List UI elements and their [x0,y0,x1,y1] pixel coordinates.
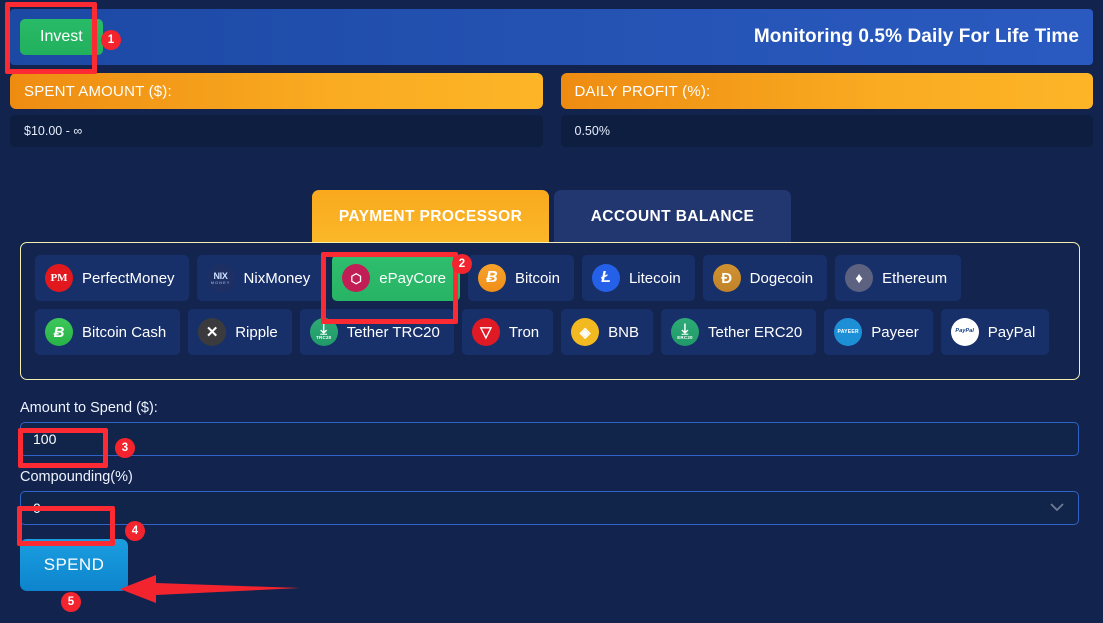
nixmoney-icon-subtext: MONEY [210,279,231,285]
payeer-icon: PAYEER [834,318,863,346]
processor-label: Payeer [871,323,919,341]
processor-tether-trc20[interactable]: ⤓ TRC20 Tether TRC20 [299,309,454,355]
perfectmoney-icon: PM [45,264,73,292]
header-bar: Invest Monitoring 0.5% Daily For Life Ti… [10,9,1093,65]
processor-label: Ethereum [882,269,948,287]
stats-row: SPENT AMOUNT ($): $10.00 - ∞ DAILY PROFI… [10,73,1093,147]
bitcoin-icon: Ƀ [477,264,506,292]
amount-to-spend-input[interactable]: 100 [20,422,1079,456]
compounding-value: 0 [33,500,41,516]
tether-trc20-icon: ⤓ TRC20 [309,318,338,346]
processor-label: Ripple [235,323,278,341]
processor-paypal[interactable]: PayPal PayPal [940,309,1050,355]
processor-label: PerfectMoney [82,269,175,287]
bitcoin-cash-icon: Ƀ [45,318,73,346]
daily-profit-value: 0.50% [560,115,1093,147]
spent-amount-value: $10.00 - ∞ [10,115,543,147]
nixmoney-icon: NIX MONEY [206,264,235,292]
processor-label: Bitcoin [514,269,560,287]
tab-payment-processor[interactable]: PAYMENT PROCESSOR [312,190,549,243]
processor-epaycore[interactable]: ⬡ ePayCore [332,255,460,301]
processor-label: Tether TRC20 [346,323,440,341]
processor-label: ePayCore [379,269,446,287]
processor-perfectmoney[interactable]: PM PerfectMoney [35,255,189,301]
ethereum-icon: ♦ [845,264,874,292]
daily-profit-panel: DAILY PROFIT (%): 0.50% [560,73,1093,147]
processor-bitcoin[interactable]: Ƀ Bitcoin [467,255,574,301]
compounding-label: Compounding(%) [20,469,133,485]
processor-label: Tether ERC20 [708,323,803,341]
processor-row-2: Ƀ Bitcoin Cash ✕ Ripple ⤓ TRC20 Tether T… [35,309,1065,355]
processor-dogecoin[interactable]: Ð Dogecoin [702,255,828,301]
processor-label: BNB [608,323,639,341]
spent-amount-label: SPENT AMOUNT ($): [10,73,543,109]
processor-row-1: PM PerfectMoney NIX MONEY NixMoney ⬡ ePa… [35,255,1065,301]
tab-account-balance[interactable]: ACCOUNT BALANCE [554,190,791,243]
tab-bar: PAYMENT PROCESSOR ACCOUNT BALANCE [0,190,1103,243]
chevron-down-icon [1050,501,1064,515]
ripple-icon: ✕ [198,318,227,346]
spent-amount-panel: SPENT AMOUNT ($): $10.00 - ∞ [10,73,543,147]
processor-label: Bitcoin Cash [82,323,167,341]
processor-tron[interactable]: ▽ Tron [461,309,554,355]
processor-label: Litecoin [628,269,681,287]
processor-label: Tron [508,323,540,341]
processor-label: NixMoney [243,269,311,287]
processor-label: Dogecoin [749,269,814,287]
amount-to-spend-label: Amount to Spend ($): [20,400,158,416]
bnb-icon: ◈ [571,318,600,346]
page-title: Monitoring 0.5% Daily For Life Time [753,26,1079,47]
payment-processor-panel: PM PerfectMoney NIX MONEY NixMoney ⬡ ePa… [20,242,1080,380]
tether-erc20-icon: ⤓ ERC20 [671,318,699,346]
processor-litecoin[interactable]: Ł Litecoin [581,255,695,301]
compounding-select[interactable]: 0 [20,491,1079,525]
processor-bitcoin-cash[interactable]: Ƀ Bitcoin Cash [35,309,181,355]
daily-profit-label: DAILY PROFIT (%): [560,73,1093,109]
tether-icon-subtext: TRC20 [316,335,332,341]
spend-button[interactable]: SPEND [20,539,128,591]
processor-label: PayPal [987,323,1036,341]
litecoin-icon: Ł [591,264,620,292]
processor-bnb[interactable]: ◈ BNB [561,309,653,355]
chevron-down-glyph [1050,503,1064,512]
processor-payeer[interactable]: PAYEER Payeer [824,309,933,355]
invest-button[interactable]: Invest [20,19,103,55]
form-spacer [20,456,1083,469]
processor-tether-erc20[interactable]: ⤓ ERC20 Tether ERC20 [661,309,817,355]
paypal-icon: PayPal [950,318,979,346]
dogecoin-icon: Ð [712,264,741,292]
processor-nixmoney[interactable]: NIX MONEY NixMoney [196,255,325,301]
tether-icon-subtext: ERC20 [677,335,693,341]
processor-ripple[interactable]: ✕ Ripple [188,309,292,355]
processor-ethereum[interactable]: ♦ Ethereum [835,255,962,301]
tron-icon: ▽ [471,318,500,346]
invest-page: Invest Monitoring 0.5% Daily For Life Ti… [0,0,1103,623]
epaycore-icon: ⬡ [342,264,371,292]
spend-form: Amount to Spend ($): 100 Compounding(%) … [20,400,1083,591]
step-badge-5: 5 [61,592,81,612]
